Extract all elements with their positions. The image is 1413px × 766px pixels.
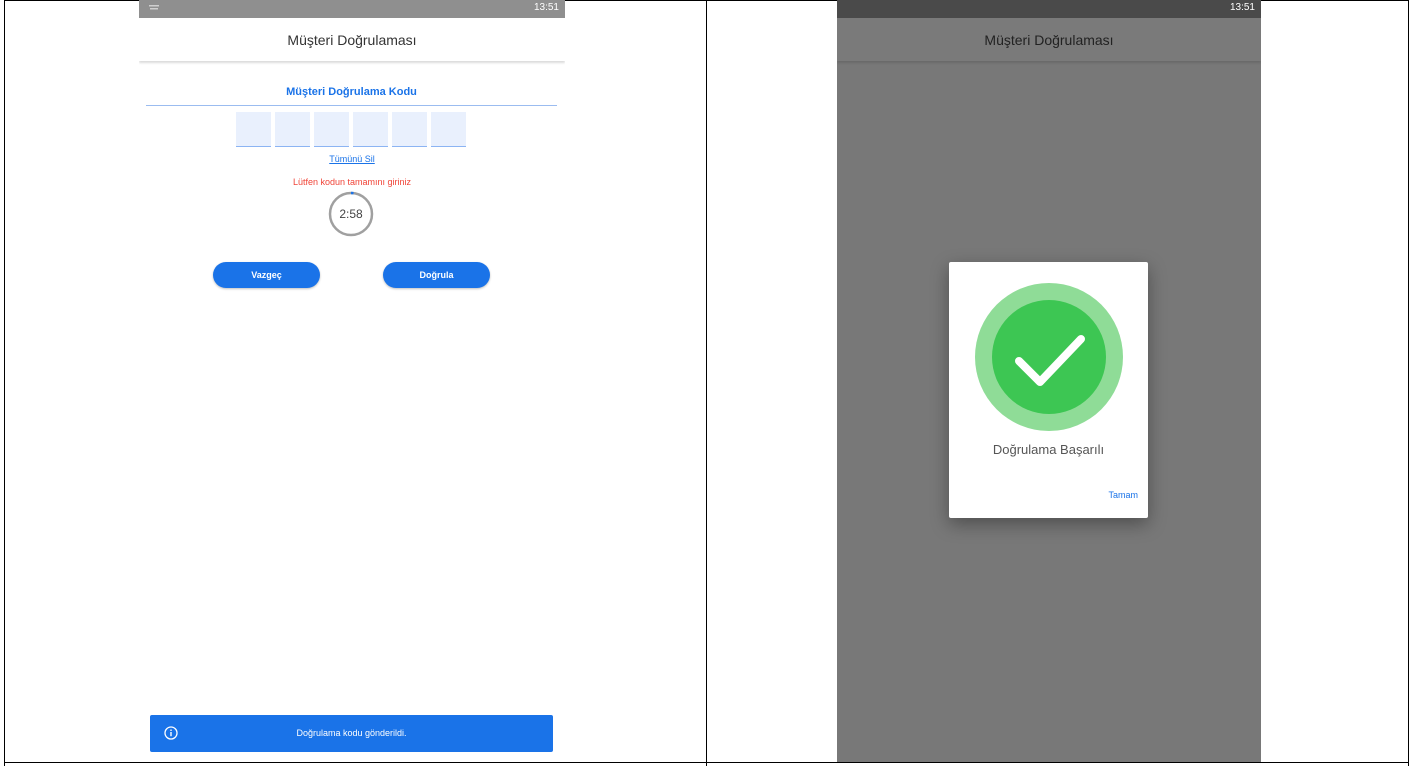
ok-button[interactable]: Tamam xyxy=(1108,490,1138,500)
status-time: 13:51 xyxy=(1229,2,1255,13)
snackbar-message: Doğrulama kodu gönderildi. xyxy=(296,728,407,738)
heading-divider xyxy=(146,105,557,106)
snackbar: Doğrulama kodu gönderildi. xyxy=(150,715,553,752)
code-digit-3[interactable] xyxy=(314,112,349,147)
frame-border-right xyxy=(1408,0,1409,766)
code-digit-5[interactable] xyxy=(392,112,427,147)
notification-icon xyxy=(149,5,159,10)
clear-all-link[interactable]: Tümünü Sil xyxy=(139,154,565,164)
status-time: 13:51 xyxy=(533,2,559,13)
success-screen: 13:51 Müşteri Doğrulaması Doğrulama Başa… xyxy=(837,0,1261,762)
app-bar: Müşteri Doğrulaması xyxy=(139,18,565,61)
page-title: Müşteri Doğrulaması xyxy=(287,32,417,48)
code-digit-6[interactable] xyxy=(431,112,466,147)
code-heading: Müşteri Doğrulama Kodu xyxy=(286,86,417,98)
success-dialog: Doğrulama Başarılı Tamam xyxy=(949,262,1148,518)
status-bar: 13:51 xyxy=(837,0,1261,18)
frame-border-left xyxy=(4,0,5,766)
code-digit-4[interactable] xyxy=(353,112,388,147)
cancel-button[interactable]: Vazgeç xyxy=(213,262,320,288)
app-bar: Müşteri Doğrulaması xyxy=(837,18,1261,61)
error-message: Lütfen kodun tamamını giriniz xyxy=(292,177,412,187)
code-digit-2[interactable] xyxy=(275,112,310,147)
verification-screen: 13:51 Müşteri Doğrulaması Müşteri Doğrul… xyxy=(139,0,565,762)
code-input-group xyxy=(236,112,466,147)
check-circle-icon xyxy=(975,283,1123,431)
dialog-message: Doğrulama Başarılı xyxy=(992,442,1105,457)
status-bar: 13:51 xyxy=(139,0,565,18)
page-title: Müşteri Doğrulaması xyxy=(984,32,1114,48)
frame-border-bottom xyxy=(4,762,1409,763)
verify-button[interactable]: Doğrula xyxy=(383,262,490,288)
frame-divider xyxy=(706,0,707,766)
countdown-text: 2:58 xyxy=(339,207,363,221)
comparison-frame: 13:51 Müşteri Doğrulaması Müşteri Doğrul… xyxy=(0,0,1413,766)
code-digit-1[interactable] xyxy=(236,112,271,147)
